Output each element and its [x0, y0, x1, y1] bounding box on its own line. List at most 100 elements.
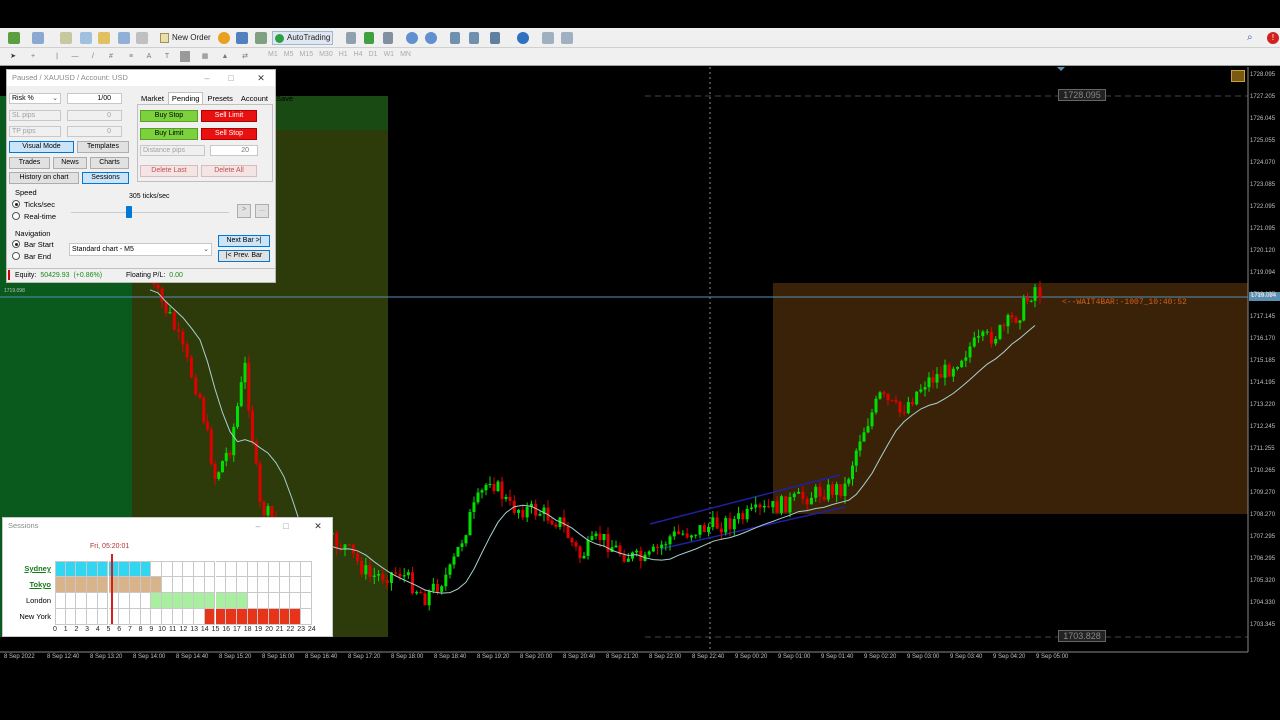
more-tools-icon[interactable]: ⇄ [240, 51, 250, 62]
timeframe-d1[interactable]: D1 [369, 51, 378, 58]
arrow-icon[interactable]: ▲ [220, 51, 230, 62]
session-hour-cell [76, 561, 88, 577]
news-button[interactable]: News [53, 157, 87, 169]
sessions-button[interactable]: Sessions [82, 172, 129, 184]
delete-all-button[interactable]: Delete All [201, 165, 257, 177]
shift-marker-icon [1057, 67, 1065, 71]
session-name-sydney: Sydney [24, 564, 51, 573]
timeframe-w1[interactable]: W1 [384, 51, 395, 58]
bar-chart-icon[interactable] [346, 32, 356, 44]
session-hour-cell [151, 577, 162, 593]
maximize-icon[interactable]: □ [225, 70, 237, 86]
candlestick-icon[interactable] [364, 32, 374, 44]
sl-mode-select[interactable]: SL pips [9, 110, 61, 121]
line-chart-icon[interactable] [383, 32, 393, 44]
timeframe-m30[interactable]: M30 [319, 51, 333, 58]
close-icon[interactable]: ✕ [312, 518, 324, 534]
terminal-icon[interactable] [118, 32, 130, 44]
timeframe-mn[interactable]: MN [400, 51, 411, 58]
tester-icon[interactable] [136, 32, 148, 44]
candle-body [554, 524, 558, 527]
session-hour-cell [226, 593, 237, 609]
tp-value-input[interactable]: 0 [67, 126, 122, 137]
cursor-icon[interactable]: ➤ [8, 51, 18, 62]
text-icon[interactable]: A [144, 51, 154, 62]
fibonacci-icon[interactable]: ≡ [126, 51, 136, 62]
candle-body [582, 555, 586, 559]
delete-last-button[interactable]: Delete Last [140, 165, 198, 177]
distance-input[interactable]: 20 [210, 145, 258, 156]
grid-icon[interactable]: ▦ [200, 51, 210, 62]
new-order-button[interactable]: New Order [158, 31, 213, 45]
vertical-line-icon[interactable]: | [52, 51, 62, 62]
trendline-icon[interactable]: / [88, 51, 98, 62]
minimize-icon[interactable]: – [201, 70, 213, 86]
navigator-icon[interactable] [80, 32, 92, 44]
timeframe-m1[interactable]: M1 [268, 51, 278, 58]
tp-mode-select[interactable]: TP pips [9, 126, 61, 137]
buy-stop-button[interactable]: Buy Stop [140, 110, 198, 122]
notification-icon[interactable]: ! [1267, 32, 1279, 44]
timeframe-m5[interactable]: M5 [284, 51, 294, 58]
sl-value-input[interactable]: 0 [67, 110, 122, 121]
ticks-sec-radio[interactable] [12, 200, 20, 208]
sell-stop-button[interactable]: Sell Stop [201, 128, 257, 140]
session-hour-label: 9 [149, 626, 154, 633]
data-window-icon[interactable] [98, 32, 110, 44]
buy-limit-button[interactable]: Buy Limit [140, 128, 198, 140]
charts-button[interactable]: Charts [90, 157, 129, 169]
label-icon[interactable]: T [162, 51, 172, 62]
templates-button[interactable]: Templates [77, 141, 129, 153]
trades-button[interactable]: Trades [9, 157, 50, 169]
close-icon[interactable]: ✕ [255, 70, 267, 86]
tab-save[interactable]: Save [272, 92, 297, 105]
zoom-out-icon[interactable] [425, 32, 437, 44]
window-icon[interactable] [561, 32, 573, 44]
visual-mode-button[interactable]: Visual Mode [9, 141, 74, 153]
crosshair-icon[interactable]: + [28, 51, 38, 62]
history-on-chart-button[interactable]: History on chart [9, 172, 79, 184]
autotrading-button[interactable]: AutoTrading [272, 31, 334, 45]
shapes-icon[interactable] [180, 51, 190, 62]
play-button[interactable]: > [237, 204, 251, 218]
prev-bar-button[interactable]: |< Prev. Bar [218, 250, 270, 262]
candle-body [672, 531, 676, 537]
bar-end-radio[interactable] [12, 252, 20, 260]
next-bar-button[interactable]: Next Bar >| [218, 235, 270, 247]
session-hour-label: 21 [275, 626, 284, 633]
sell-limit-button[interactable]: Sell Limit [201, 110, 257, 122]
realtime-radio[interactable] [12, 212, 20, 220]
timeframe-h1[interactable]: H1 [339, 51, 348, 58]
distance-select[interactable]: Distance pips [140, 145, 205, 156]
channel-icon[interactable]: # [106, 51, 116, 62]
indicators-icon[interactable] [490, 32, 500, 44]
timeframe-h4[interactable]: H4 [354, 51, 363, 58]
horizontal-line-icon[interactable]: — [70, 51, 80, 62]
more-options-button[interactable]: ... [255, 204, 269, 218]
metaeditor-icon[interactable] [255, 32, 267, 44]
chart-type-select[interactable]: Standard chart - M5 ⌄ [69, 243, 212, 256]
zoom-in-icon[interactable] [406, 32, 418, 44]
candle-body [427, 590, 431, 606]
new-chart-icon[interactable] [8, 32, 20, 44]
autoscroll-icon[interactable] [450, 32, 460, 44]
maximize-icon[interactable]: □ [280, 518, 292, 534]
timeframe-m15[interactable]: M15 [299, 51, 313, 58]
profiles-icon[interactable] [32, 32, 44, 44]
risk-mode-select[interactable]: Risk % ⌄ [9, 93, 61, 104]
minimize-icon[interactable]: – [252, 518, 264, 534]
expert-smiley-icon[interactable] [1231, 70, 1245, 82]
speed-slider-track[interactable] [71, 212, 229, 213]
session-hour-cell [65, 593, 77, 609]
bar-start-radio[interactable] [12, 240, 20, 248]
periods-icon[interactable] [517, 32, 529, 44]
candle-body [911, 402, 914, 405]
search-icon[interactable]: ⌕ [1247, 32, 1259, 44]
speed-slider-thumb[interactable] [126, 206, 132, 218]
risk-value-input[interactable]: 1/00 [67, 93, 122, 104]
signals-icon[interactable] [236, 32, 248, 44]
chart-shift-icon[interactable] [469, 32, 479, 44]
market-watch-icon[interactable] [218, 32, 230, 44]
templates-icon[interactable] [542, 32, 554, 44]
chart-tab-icon[interactable] [60, 32, 72, 44]
